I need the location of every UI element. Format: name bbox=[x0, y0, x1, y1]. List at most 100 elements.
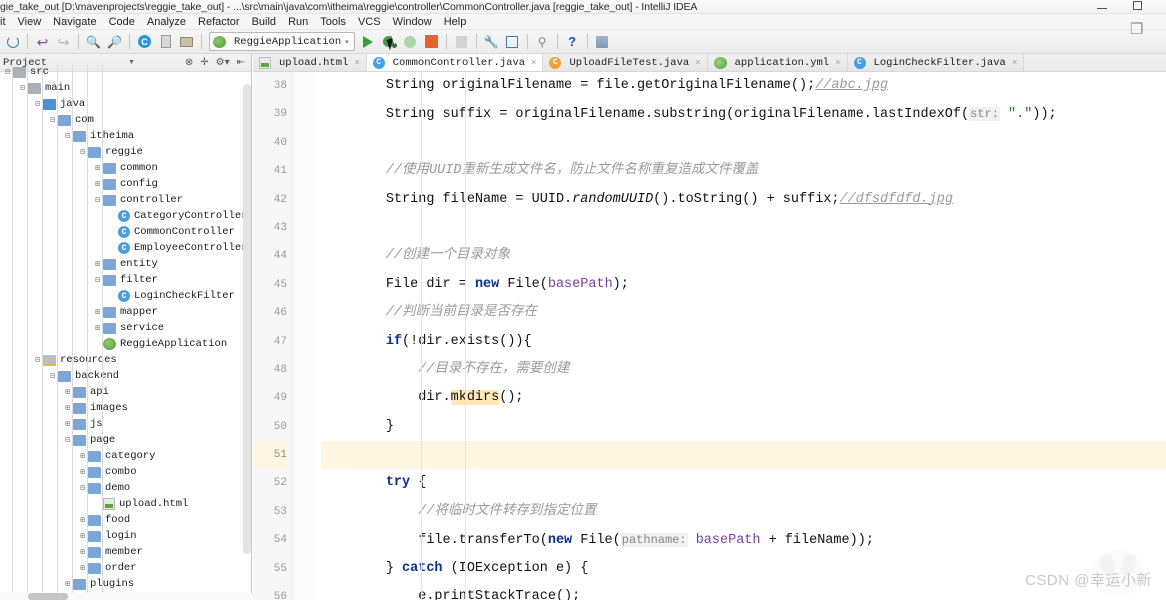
tree-item-config[interactable]: ⊞ config bbox=[0, 176, 251, 192]
menu-item-analyze[interactable]: Analyze bbox=[141, 14, 192, 30]
tree-item-images[interactable]: ⊞ images bbox=[0, 400, 251, 416]
code-line[interactable]: String suffix = originalFilename.substri… bbox=[321, 100, 1166, 128]
menu-item-build[interactable]: Build bbox=[246, 14, 282, 30]
minimize-button[interactable] bbox=[1097, 2, 1107, 12]
run-configuration-selector[interactable]: ReggieApplication ▾ bbox=[209, 32, 355, 51]
sync-icon[interactable] bbox=[2, 31, 23, 52]
tree-item-food[interactable]: ⊞ food bbox=[0, 512, 251, 528]
code-line[interactable]: } catch (IOException e) { bbox=[321, 555, 1166, 583]
close-icon[interactable]: × bbox=[1012, 58, 1017, 68]
tree-item-reggieapplication[interactable]: ReggieApplication bbox=[0, 336, 251, 352]
forward-icon[interactable]: ↪ bbox=[53, 31, 74, 52]
project-structure-icon[interactable] bbox=[502, 31, 523, 52]
tree-item-controller[interactable]: ⊟ controller bbox=[0, 192, 251, 208]
code-line[interactable] bbox=[321, 441, 1166, 470]
code-line[interactable] bbox=[321, 214, 1166, 242]
tree-item-categorycontroller[interactable]: C CategoryController bbox=[0, 208, 251, 224]
tree-item-com[interactable]: ⊟ com bbox=[0, 112, 251, 128]
tree-item-order[interactable]: ⊞ order bbox=[0, 560, 251, 576]
tree-item-java[interactable]: ⊟java bbox=[0, 96, 251, 112]
menu-item-help[interactable]: Help bbox=[438, 14, 473, 30]
maximize-button[interactable] bbox=[1133, 1, 1142, 13]
tree-item-employeecontroller[interactable]: C EmployeeController bbox=[0, 240, 251, 256]
close-icon[interactable]: × bbox=[354, 58, 359, 68]
code-folding-column[interactable]: − bbox=[293, 72, 315, 600]
chevron-down-icon[interactable]: ▾ bbox=[345, 38, 351, 46]
scrollbar-thumb[interactable] bbox=[28, 593, 68, 600]
tree-item-service[interactable]: ⊞ service bbox=[0, 320, 251, 336]
tree-item-member[interactable]: ⊞ member bbox=[0, 544, 251, 560]
tree-item-resources[interactable]: ⊟ resources bbox=[0, 352, 251, 368]
tree-item-page[interactable]: ⊟page bbox=[0, 432, 251, 448]
file-icon[interactable] bbox=[155, 31, 176, 52]
close-icon[interactable]: × bbox=[835, 58, 840, 68]
editor-tab-application-yml[interactable]: application.yml × bbox=[707, 54, 848, 71]
user-icon[interactable]: ⚲ bbox=[532, 31, 553, 52]
run-button[interactable] bbox=[358, 31, 379, 52]
menu-item-navigate[interactable]: Navigate bbox=[47, 14, 102, 30]
code-line[interactable]: } bbox=[321, 413, 1166, 441]
editor-tab-uploadfiletest-java[interactable]: C UploadFileTest.java × bbox=[543, 54, 708, 71]
code-line[interactable]: //目录不存在，需要创建 bbox=[321, 356, 1166, 384]
code-content[interactable]: String originalFilename = file.getOrigin… bbox=[315, 72, 1166, 600]
menu-item-view[interactable]: View bbox=[12, 14, 48, 30]
help-icon[interactable]: ? bbox=[562, 31, 583, 52]
settings-icon[interactable]: 🔧 bbox=[481, 31, 502, 52]
tree-item-main[interactable]: ⊟main bbox=[0, 80, 251, 96]
close-icon[interactable]: × bbox=[531, 58, 536, 68]
menu-item-window[interactable]: Window bbox=[387, 14, 438, 30]
code-line[interactable]: String fileName = UUID.randomUUID().toSt… bbox=[321, 186, 1166, 214]
scrollbar-thumb[interactable] bbox=[243, 84, 251, 554]
tree-item-mapper[interactable]: ⊞ mapper bbox=[0, 304, 251, 320]
code-line[interactable]: e.printStackTrace(); bbox=[321, 583, 1166, 600]
code-line[interactable]: dir.mkdirs(); bbox=[321, 384, 1166, 412]
code-line[interactable]: //创建一个目录对象 bbox=[321, 242, 1166, 270]
code-line[interactable]: File dir = new File(basePath); bbox=[321, 271, 1166, 299]
tree-item-common[interactable]: ⊞ common bbox=[0, 160, 251, 176]
code-line[interactable]: if(!dir.exists()){ bbox=[321, 328, 1166, 356]
tree-item-plugins[interactable]: ⊞ plugins bbox=[0, 576, 251, 592]
code-line[interactable] bbox=[321, 129, 1166, 157]
code-line[interactable]: String originalFilename = file.getOrigin… bbox=[321, 72, 1166, 100]
tree-item-js[interactable]: ⊞ js bbox=[0, 416, 251, 432]
profile-icon[interactable] bbox=[451, 31, 472, 52]
tree-item-upload-html[interactable]: upload.html bbox=[0, 496, 251, 512]
search-structure-icon[interactable]: 🔎 bbox=[104, 31, 125, 52]
tree-item-entity[interactable]: ⊞ entity bbox=[0, 256, 251, 272]
tree-item-logincheckfilter[interactable]: C LoginCheckFilter bbox=[0, 288, 251, 304]
project-scrollbar-vertical[interactable] bbox=[243, 72, 251, 600]
back-icon[interactable]: ↩ bbox=[32, 31, 53, 52]
code-line[interactable]: //判断当前目录是否存在 bbox=[321, 299, 1166, 327]
editor-tab-upload-html[interactable]: upload.html × bbox=[253, 54, 367, 71]
code-editor[interactable]: 3839404142434445464748495051525354555657… bbox=[253, 72, 1166, 600]
menu-item-edit[interactable]: it bbox=[0, 14, 12, 30]
run-with-coverage-button[interactable] bbox=[400, 31, 421, 52]
stop-button[interactable] bbox=[421, 31, 442, 52]
tree-item-category[interactable]: ⊞ category bbox=[0, 448, 251, 464]
tree-item-login[interactable]: ⊞ login bbox=[0, 528, 251, 544]
menu-item-vcs[interactable]: VCS bbox=[352, 14, 387, 30]
menu-item-code[interactable]: Code bbox=[103, 14, 141, 30]
tree-item-filter[interactable]: ⊟ filter bbox=[0, 272, 251, 288]
tree-item-src[interactable]: ⊟ src bbox=[0, 64, 251, 80]
tree-item-reggie[interactable]: ⊟ reggie bbox=[0, 144, 251, 160]
copy-layers-icon[interactable]: ❐ bbox=[1130, 20, 1152, 40]
menu-item-refactor[interactable]: Refactor bbox=[192, 14, 246, 30]
menu-item-tools[interactable]: Tools bbox=[314, 14, 352, 30]
tree-item-itheima[interactable]: ⊟ itheima bbox=[0, 128, 251, 144]
editor-tab-logincheckfilter-java[interactable]: C LoginCheckFilter.java × bbox=[847, 54, 1025, 71]
folder-icon[interactable] bbox=[176, 31, 197, 52]
search-icon[interactable]: 🔍 bbox=[83, 31, 104, 52]
menu-item-run[interactable]: Run bbox=[282, 14, 314, 30]
code-line[interactable]: //将临时文件转存到指定位置 bbox=[321, 498, 1166, 526]
tree-item-api[interactable]: ⊞ api bbox=[0, 384, 251, 400]
tree-item-demo[interactable]: ⊟ demo bbox=[0, 480, 251, 496]
close-icon[interactable]: × bbox=[695, 58, 700, 68]
code-line[interactable]: file.transferTo(new File(pathname: baseP… bbox=[321, 526, 1166, 554]
editor-tab-bar[interactable]: upload.html × C CommonController.java × C Uplo… bbox=[253, 54, 1166, 72]
layout-icon[interactable] bbox=[592, 31, 613, 52]
project-scrollbar-horizontal[interactable] bbox=[0, 593, 252, 600]
project-tree[interactable]: ⊟src⊟main⊟java⊟com⊟itheima⊟reggie⊞common… bbox=[0, 64, 251, 600]
code-line[interactable]: try { bbox=[321, 469, 1166, 497]
tree-item-combo[interactable]: ⊞ combo bbox=[0, 464, 251, 480]
